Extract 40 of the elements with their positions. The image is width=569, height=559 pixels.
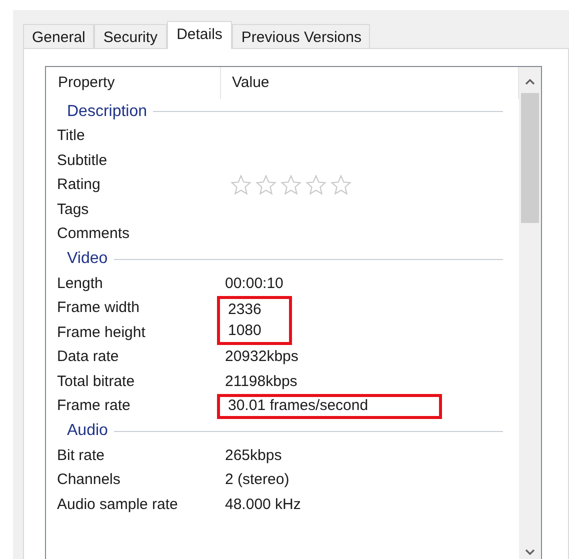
property-name: Bit rate bbox=[56, 446, 106, 466]
group-heading: Description bbox=[67, 102, 148, 122]
group-heading: Audio bbox=[67, 421, 108, 441]
property-value: 2336 bbox=[217, 296, 292, 320]
star-icon bbox=[255, 174, 277, 196]
tab[interactable]: General bbox=[23, 24, 94, 48]
property-name: Frame height bbox=[56, 322, 146, 342]
star-icon bbox=[280, 174, 302, 196]
property-value: 1080 bbox=[217, 320, 292, 345]
tab[interactable]: Security bbox=[94, 24, 167, 48]
property-value: 21198kbps bbox=[224, 372, 298, 392]
scrollbar[interactable] bbox=[519, 67, 541, 559]
property-name: Frame width bbox=[56, 298, 141, 318]
property-name: Channels bbox=[56, 470, 122, 490]
property-name: Rating bbox=[56, 175, 102, 195]
property-name: Comments bbox=[56, 224, 131, 244]
scroll-down-icon[interactable] bbox=[524, 547, 536, 557]
column-header[interactable]: Property bbox=[46, 67, 221, 99]
tab[interactable]: Details bbox=[166, 21, 232, 49]
property-name: Length bbox=[56, 274, 104, 294]
property-value: 20932kbps bbox=[224, 347, 300, 367]
scroll-up-icon[interactable] bbox=[524, 77, 536, 87]
star-icon bbox=[305, 174, 327, 196]
property-name: Data rate bbox=[56, 347, 120, 367]
scroll-thumb[interactable] bbox=[521, 93, 539, 223]
star-icon bbox=[230, 174, 252, 196]
property-name: Subtitle bbox=[56, 150, 108, 170]
property-name: Tags bbox=[56, 200, 90, 220]
group-heading: Video bbox=[67, 249, 108, 269]
property-value: 30.01 frames/second bbox=[217, 394, 442, 418]
property-name: Audio sample rate bbox=[56, 494, 179, 514]
property-value: 2 (stereo) bbox=[224, 470, 290, 490]
property-value: 265kbps bbox=[224, 446, 283, 466]
tab[interactable]: Previous Versions bbox=[232, 24, 370, 48]
property-value: 00:00:10 bbox=[224, 274, 284, 294]
property-name: Total bitrate bbox=[56, 372, 136, 392]
property-value: 48.000 kHz bbox=[224, 494, 302, 514]
star-icon bbox=[330, 174, 352, 196]
property-name: Frame rate bbox=[56, 396, 132, 416]
property-name: Title bbox=[56, 126, 86, 146]
